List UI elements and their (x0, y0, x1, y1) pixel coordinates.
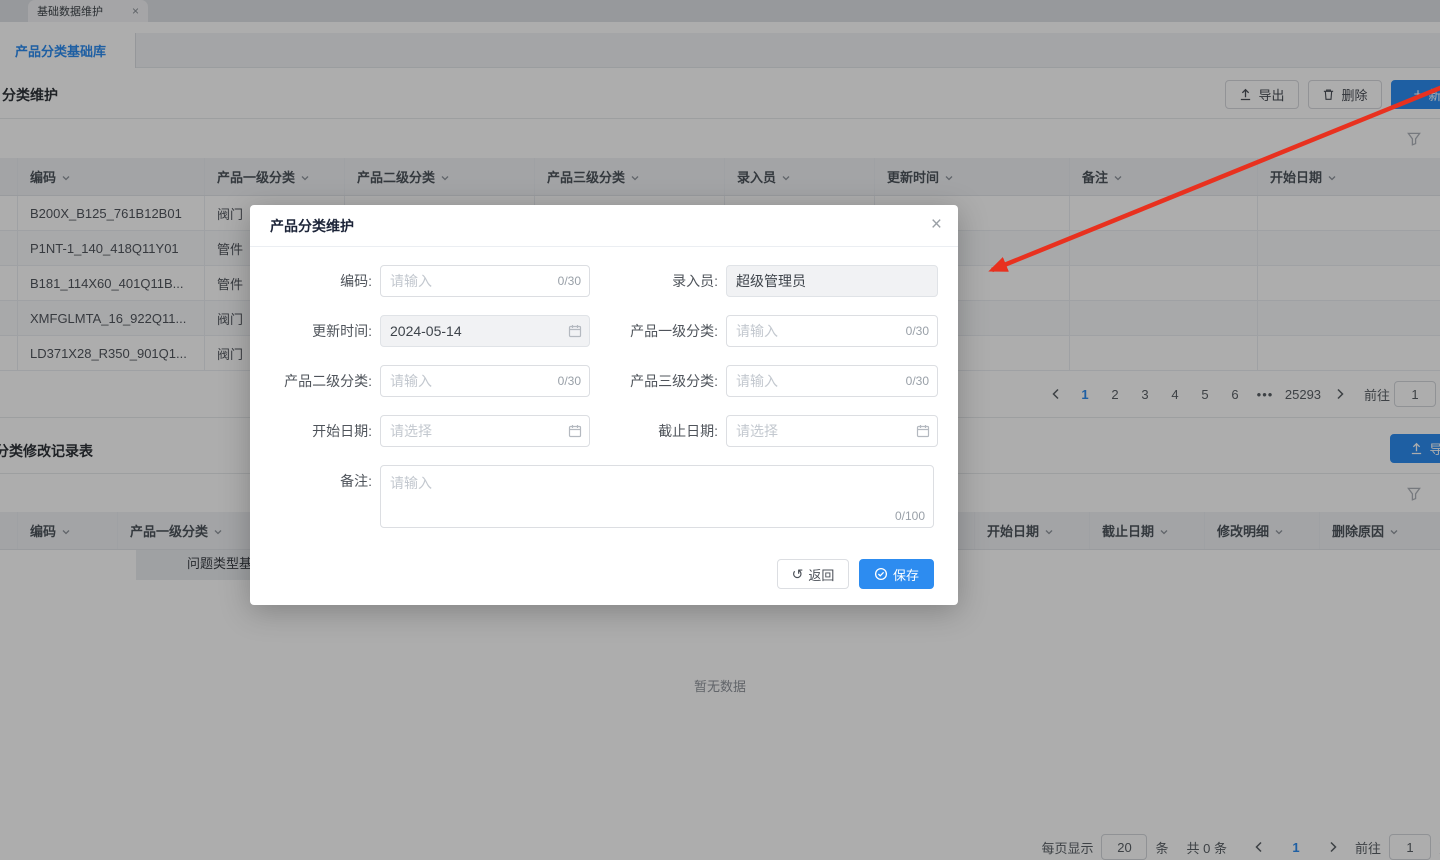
char-counter: 0/30 (557, 374, 581, 388)
remark-label: 备注: (340, 473, 372, 489)
calendar-icon (916, 425, 930, 438)
calendar-icon (568, 425, 582, 438)
char-counter: 0/100 (894, 509, 925, 523)
recorder-field (726, 265, 938, 297)
close-icon[interactable]: × (931, 215, 942, 234)
refresh-icon: ↺ (791, 566, 804, 582)
level1-field: 0/30 (726, 315, 938, 347)
update-time-input (380, 315, 590, 347)
app-screen: 基础数据维护 × 产品分类基础库 问题类型基础库 分类维护 导出 删除 + 新增… (0, 0, 1440, 860)
update-time-field (380, 315, 590, 347)
check-circle-icon (874, 567, 888, 581)
calendar-icon (568, 325, 582, 338)
update-time-label: 更新时间: (312, 323, 372, 339)
back-label: 返回 (808, 567, 835, 583)
level3-label: 产品三级分类: (630, 373, 718, 389)
start-date-label: 开始日期: (312, 423, 372, 439)
form-row: 更新时间: 产品一级分类: 0/30 (250, 315, 938, 347)
char-counter: 0/30 (557, 274, 581, 288)
char-counter: 0/30 (905, 374, 929, 388)
save-button[interactable]: 保存 (859, 559, 934, 589)
remark-field: 0/100 (380, 465, 934, 528)
end-date-field (726, 415, 938, 447)
remark-textarea[interactable] (380, 465, 934, 528)
end-date-input[interactable] (726, 415, 938, 447)
dialog-title: 产品分类维护 (270, 217, 354, 234)
form-row: 开始日期: 截止日期: (250, 415, 938, 447)
recorder-input (726, 265, 938, 297)
start-date-input[interactable] (380, 415, 590, 447)
save-label: 保存 (892, 567, 919, 583)
code-field: 0/30 (380, 265, 590, 297)
level1-label: 产品一级分类: (630, 323, 718, 339)
form-row: 产品二级分类: 0/30 产品三级分类: 0/30 (250, 365, 938, 397)
start-date-field (380, 415, 590, 447)
form-row: 编码: 0/30 录入员: (250, 265, 938, 297)
end-date-label: 截止日期: (658, 423, 718, 439)
recorder-label: 录入员: (672, 273, 718, 289)
back-button[interactable]: ↺ 返回 (777, 559, 849, 589)
char-counter: 0/30 (905, 324, 929, 338)
level2-label: 产品二级分类: (284, 373, 372, 389)
level3-field: 0/30 (726, 365, 938, 397)
level2-field: 0/30 (380, 365, 590, 397)
code-label: 编码: (340, 273, 372, 289)
dialog-header: 产品分类维护 × (250, 205, 958, 247)
product-category-dialog: 产品分类维护 × 编码: 0/30 录入员: 更新时间: 产品一级分类: (250, 205, 958, 605)
